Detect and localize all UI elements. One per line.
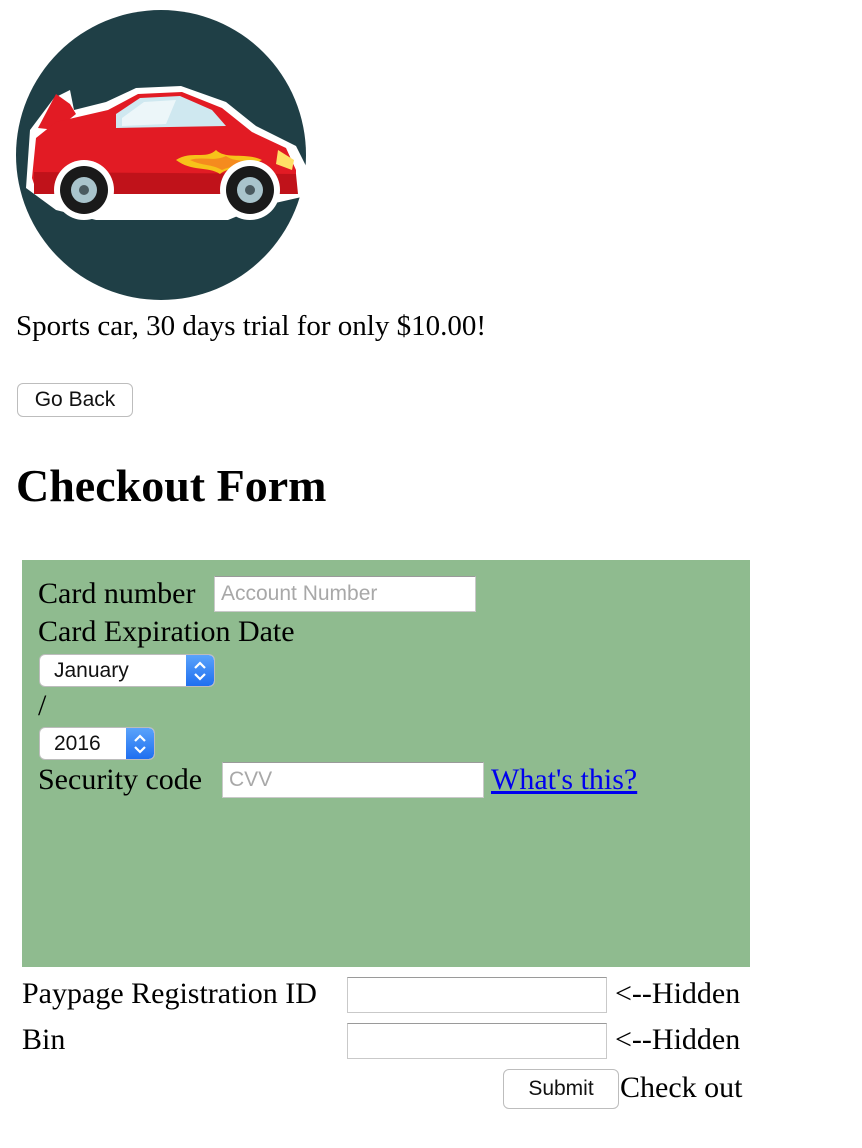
bin-label: Bin xyxy=(22,1023,66,1056)
product-tagline: Sports car, 30 days trial for only $10.0… xyxy=(16,310,487,342)
paypage-registration-label: Paypage Registration ID xyxy=(22,977,317,1010)
bin-hidden-note: <--Hidden xyxy=(615,1023,741,1056)
expiration-year-select[interactable]: 2016 xyxy=(39,727,155,760)
card-number-label: Card number xyxy=(38,577,196,610)
bin-input[interactable] xyxy=(347,1023,607,1059)
paypage-registration-input[interactable] xyxy=(347,977,607,1013)
chevron-updown-icon xyxy=(186,655,214,686)
go-back-button[interactable]: Go Back xyxy=(17,383,133,417)
date-separator: / xyxy=(38,689,47,722)
expiration-month-select[interactable]: January xyxy=(39,654,215,687)
card-number-input[interactable] xyxy=(214,576,476,612)
chevron-updown-icon xyxy=(126,728,154,759)
checkout-caption: Check out xyxy=(620,1071,743,1104)
page-title: Checkout Form xyxy=(16,460,327,511)
paypage-hidden-note: <--Hidden xyxy=(615,977,741,1010)
submit-button[interactable]: Submit xyxy=(503,1069,619,1109)
sports-car-icon xyxy=(16,10,306,300)
expiration-label: Card Expiration Date xyxy=(38,615,295,648)
expiration-year-value: 2016 xyxy=(54,732,101,755)
whats-this-link[interactable]: What's this? xyxy=(491,762,637,798)
expiration-month-value: January xyxy=(54,659,129,682)
card-details-panel: Card number Card Expiration Date January… xyxy=(22,560,750,967)
security-code-input[interactable] xyxy=(222,762,484,798)
security-code-label: Security code xyxy=(38,763,203,796)
